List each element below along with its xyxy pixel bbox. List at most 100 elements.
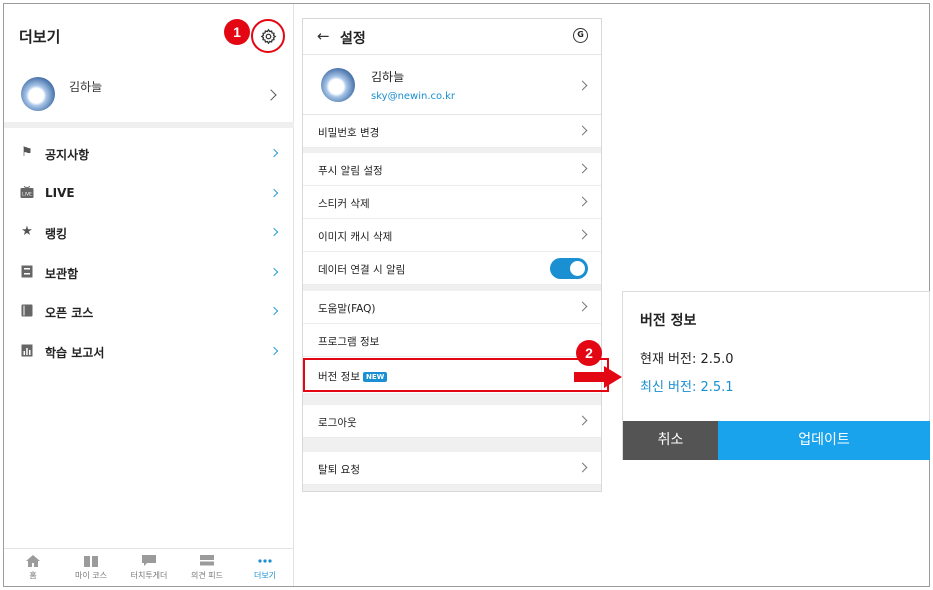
settings-header: ← 설정 G: [303, 19, 601, 55]
row-withdraw-request[interactable]: 탈퇴 요청: [303, 452, 601, 485]
chat-icon: [142, 555, 156, 567]
bottom-tab-bar: 홈 마이 코스 터치투게더 의견 피드 더보기: [4, 548, 294, 586]
book-open-icon: [84, 555, 98, 567]
home-icon: [26, 555, 40, 567]
chevron-right-icon: [577, 125, 588, 136]
profile-name: 김하늘: [371, 70, 405, 84]
menu-item-label: 공지사항: [45, 148, 90, 162]
tab-touch-together[interactable]: 터치투게더: [120, 549, 178, 586]
dialog-title: 버전 정보: [640, 313, 697, 329]
row-label: 비밀번호 변경: [318, 127, 380, 139]
cancel-button[interactable]: 취소: [623, 421, 718, 460]
chevron-right-icon: [577, 301, 588, 312]
live-icon: LIVE: [20, 185, 34, 200]
divider: [303, 393, 601, 405]
chevron-right-icon: [577, 229, 588, 240]
menu-item-notice[interactable]: ⚑ 공지사항: [4, 134, 294, 174]
profile-name: 김하늘: [69, 80, 103, 94]
row-label: 스티커 삭제: [318, 198, 370, 210]
step-badge-1: 1: [224, 19, 250, 45]
toggle-knob: [570, 261, 585, 276]
tab-label: 홈: [29, 571, 37, 580]
feed-icon: [200, 555, 214, 567]
tab-home[interactable]: 홈: [4, 549, 62, 586]
chevron-right-icon: [577, 462, 588, 473]
settings-panel: ← 설정 G 김하늘 sky@newin.co.kr 비밀번호 변경 푸시 알림…: [302, 18, 602, 492]
tab-label: 더보기: [253, 571, 277, 580]
g-icon[interactable]: G: [573, 28, 588, 43]
more-title: 더보기: [19, 28, 61, 46]
menu-item-live[interactable]: LIVE LIVE: [4, 174, 294, 214]
row-label: 푸시 알림 설정: [318, 165, 383, 177]
row-faq[interactable]: 도움말(FAQ): [303, 291, 601, 324]
back-arrow-icon[interactable]: ←: [317, 27, 330, 45]
row-label: 탈퇴 요청: [318, 464, 360, 476]
row-delete-sticker[interactable]: 스티커 삭제: [303, 186, 601, 219]
settings-title: 설정: [340, 31, 366, 47]
menu-item-label: 학습 보고서: [45, 345, 105, 360]
divider: [4, 122, 294, 128]
report-icon: [20, 344, 34, 358]
row-label: 프로그램 정보: [318, 336, 380, 348]
chevron-right-icon: [269, 306, 279, 316]
latest-version: 최신 버전: 2.5.1: [640, 380, 734, 395]
menu-item-label: 랭킹: [45, 227, 68, 241]
row-data-connection-alert: 데이터 연결 시 알림: [303, 252, 601, 285]
star-icon: ★: [21, 224, 33, 239]
tab-label: 의견 피드: [191, 571, 223, 580]
chevron-right-icon: [577, 196, 588, 207]
svg-text:LIVE: LIVE: [22, 191, 32, 197]
row-push-settings[interactable]: 푸시 알림 설정: [303, 153, 601, 186]
version-highlight-box: [303, 358, 609, 392]
more-icon: [258, 555, 272, 567]
settings-profile-row[interactable]: 김하늘 sky@newin.co.kr: [303, 56, 601, 115]
menu-item-archive[interactable]: 보관함: [4, 253, 294, 293]
chevron-right-icon: [269, 188, 279, 197]
more-panel: 더보기 1 김하늘 ⚑ 공지사항 LIVE LIVE ★ 랭킹 보관함 오픈 코…: [4, 4, 294, 586]
chevron-right-icon: [269, 148, 279, 158]
more-header: 더보기: [4, 4, 294, 56]
menu-item-open-course[interactable]: 오픈 코스: [4, 292, 294, 332]
chevron-right-icon: [269, 346, 279, 355]
divider: [303, 438, 601, 452]
profile-row[interactable]: 김하늘: [4, 64, 294, 122]
gear-icon: [260, 28, 276, 44]
row-delete-image-cache[interactable]: 이미지 캐시 삭제: [303, 219, 601, 252]
row-program-info[interactable]: 프로그램 정보: [303, 324, 601, 357]
tab-feedback[interactable]: 의견 피드: [178, 549, 236, 586]
avatar: [21, 77, 55, 111]
row-change-password[interactable]: 비밀번호 변경: [303, 115, 601, 148]
row-label: 도움말(FAQ): [318, 303, 376, 315]
settings-gear-button[interactable]: [251, 19, 285, 53]
row-label: 데이터 연결 시 알림: [318, 264, 406, 276]
data-alert-toggle[interactable]: [550, 258, 588, 279]
step-badge-2: 2: [576, 340, 602, 366]
tab-label: 마이 코스: [75, 571, 107, 580]
chevron-right-icon: [577, 163, 588, 174]
current-version: 현재 버전: 2.5.0: [640, 352, 734, 367]
menu-item-ranking[interactable]: ★ 랭킹: [4, 213, 294, 253]
avatar: [321, 68, 355, 102]
divider: [303, 485, 601, 491]
tab-label: 터치투게더: [130, 571, 168, 580]
row-label: 로그아웃: [318, 417, 357, 429]
menu-item-label: 오픈 코스: [45, 306, 94, 320]
chevron-right-icon: [265, 89, 277, 101]
flag-icon: ⚑: [21, 145, 33, 160]
tab-more[interactable]: 더보기: [236, 549, 294, 586]
menu-item-report[interactable]: 학습 보고서: [4, 332, 294, 372]
menu-item-label: LIVE: [45, 185, 75, 200]
menu-item-label: 보관함: [45, 266, 79, 281]
update-button[interactable]: 업데이트: [718, 421, 930, 460]
chevron-right-icon: [577, 415, 588, 426]
arrow-right-icon: [574, 366, 622, 388]
tab-my-course[interactable]: 마이 코스: [62, 549, 120, 586]
chevron-right-icon: [269, 267, 279, 276]
archive-icon: [20, 265, 34, 279]
row-label: 이미지 캐시 삭제: [318, 231, 393, 243]
chevron-right-icon: [269, 227, 279, 237]
more-menu: ⚑ 공지사항 LIVE LIVE ★ 랭킹 보관함 오픈 코스 학습 보고서: [4, 134, 294, 371]
version-dialog: 버전 정보 현재 버전: 2.5.0 최신 버전: 2.5.1 취소 업데이트: [622, 291, 930, 460]
row-logout[interactable]: 로그아웃: [303, 405, 601, 438]
book-icon: [20, 304, 34, 318]
